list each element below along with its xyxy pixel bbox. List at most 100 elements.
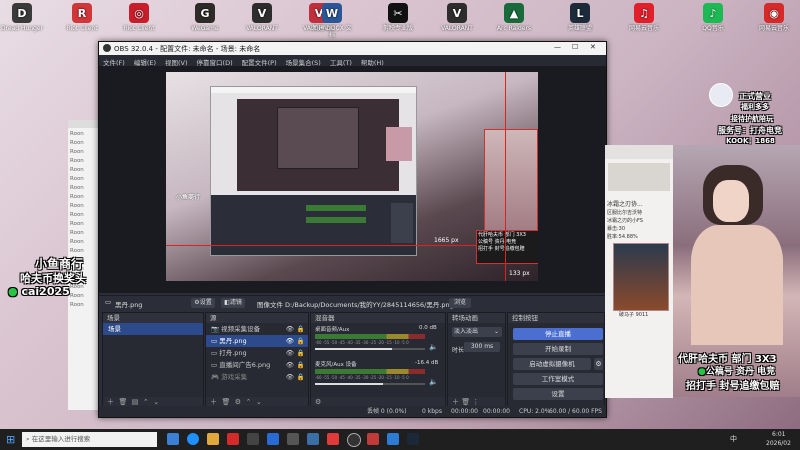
lock-icon[interactable]: 🔒 [297, 335, 305, 347]
desktop-icon[interactable]: W 新建 DOCX 文档 [310, 3, 354, 39]
desktop-icon[interactable]: ▲ Arc Raiders [492, 3, 536, 32]
more-icon[interactable]: ⋮ [472, 398, 479, 406]
task-view-icon[interactable] [167, 433, 179, 445]
desktop-icon[interactable]: V VALORANT [435, 3, 479, 32]
service-account: 服务号：打舟电竞 [718, 126, 782, 135]
app-icon[interactable] [387, 433, 399, 445]
browse-button[interactable]: 浏览 [449, 298, 471, 308]
app-icon[interactable] [267, 433, 279, 445]
filters-button[interactable]: ◧滤镜 [221, 298, 245, 308]
minimize-button[interactable]: — [554, 43, 561, 51]
mixer-channel-1-slider[interactable] [315, 348, 425, 350]
lock-icon[interactable]: 🔒 [297, 347, 305, 359]
desktop-icon[interactable]: ✂ 剪映专业版 [376, 3, 420, 32]
source-type-icon: ▭ [211, 337, 220, 345]
settings-button[interactable]: 设置 [513, 388, 603, 400]
source-item[interactable]: 📷 视频采集设备 👁 🔒 [206, 323, 308, 335]
nested-docks [211, 195, 416, 255]
app-icon[interactable] [227, 433, 239, 445]
lock-icon[interactable]: 🔒 [297, 359, 305, 371]
desktop-icon[interactable]: L 英雄联盟 [558, 3, 602, 32]
app-icon[interactable] [327, 433, 339, 445]
add-transition-button[interactable]: ＋ [452, 398, 459, 406]
gear-icon[interactable]: ⚙ [235, 398, 241, 406]
info-panel-header [608, 163, 670, 191]
transition-select[interactable]: 淡入淡出 ⌄ [452, 327, 502, 337]
preview-area[interactable]: 代肝哈夫币 部门 3X3 公稿号 资丹 电竞 招打手 封号追缴包赔 1665 p… [99, 66, 606, 293]
properties-button[interactable]: ⚙设置 [191, 298, 215, 308]
desktop-icon[interactable]: V VALORANT [240, 3, 284, 32]
lock-icon[interactable]: 🔒 [297, 371, 305, 383]
file-explorer-icon[interactable] [207, 433, 219, 445]
move-up-icon[interactable]: ⌃ [246, 398, 252, 406]
app-icon[interactable] [367, 433, 379, 445]
start-recording-button[interactable]: 开始录制 [513, 343, 603, 355]
remove-transition-button[interactable]: 🗑 [461, 398, 470, 406]
obs-titlebar: OBS 32.0.4 - 配置文件: 未命名 - 场景: 未命名 — ☐ ✕ [99, 42, 606, 55]
stop-streaming-button[interactable]: 停止直播 [513, 328, 603, 340]
desktop-icon[interactable]: G WeGame [183, 3, 227, 32]
source-item[interactable]: ▭ 直播间广告6.png 👁 🔒 [206, 359, 308, 371]
mixer-channel-2-slider[interactable] [315, 383, 425, 385]
add-scene-button[interactable]: ＋ [107, 398, 114, 406]
visibility-icon[interactable]: 👁 [286, 335, 294, 347]
source-item[interactable]: ▭ 打舟.png 👁 🔒 [206, 347, 308, 359]
studio-mode-button[interactable]: 工作室模式 [513, 373, 603, 385]
desktop-icon[interactable]: D Dread Hunger [0, 3, 44, 32]
filter-icon[interactable]: ▤ [132, 398, 139, 406]
visibility-icon[interactable]: 👁 [286, 359, 294, 371]
move-down-icon[interactable]: ⌄ [153, 398, 159, 406]
steam-icon[interactable] [407, 433, 419, 445]
input-language[interactable]: 中 [730, 434, 737, 444]
obs-menubar: 文件(F) 编辑(E) 视图(V) 停靠窗口(D) 配置文件(P) 场景集合(S) 工具(T… [99, 55, 606, 67]
visibility-icon[interactable]: 👁 [286, 371, 294, 383]
game-card-image [613, 243, 669, 311]
desktop-icon[interactable]: ◎ Riot Client [117, 3, 161, 32]
chat-line-3: 冰霜之刃的小FS [607, 218, 643, 224]
mixer-channel-1-meter [315, 334, 425, 339]
maximize-button[interactable]: ☐ [572, 43, 578, 51]
overlay-wechat-text: cai2025 [21, 285, 70, 298]
app-icon[interactable] [307, 433, 319, 445]
app-icon: ◉ [764, 3, 784, 23]
duration-input[interactable]: 300 ms [464, 342, 500, 352]
app-icon: ◎ [129, 3, 149, 23]
visibility-icon[interactable]: 👁 [286, 347, 294, 359]
add-source-button[interactable]: ＋ [210, 398, 217, 406]
source-list: 📷 视频采集设备 👁 🔒 ▭ 黑丹.png 👁 🔒 ▭ 打舟.png 👁 🔒 ▭ 直播间广告6.p… [206, 323, 308, 383]
lock-icon[interactable]: 🔒 [297, 323, 305, 335]
gear-icon: ⚙ [595, 360, 602, 368]
speaker-icon[interactable]: 🔈 [429, 378, 438, 386]
desktop-icon[interactable]: R Riot Client [60, 3, 104, 32]
visibility-icon[interactable]: 👁 [286, 323, 294, 335]
desktop-icon-label: 网易云音乐 [628, 25, 659, 32]
preview-canvas[interactable]: 代肝哈夫币 部门 3X3 公稿号 资丹 电竞 招打手 封号追缴包赔 1665 p… [166, 72, 538, 281]
obs-taskbar-icon[interactable] [347, 433, 361, 447]
webcam-source[interactable] [484, 129, 538, 231]
preview-ad-card[interactable]: 代肝哈夫币 部门 3X3 公稿号 资丹 电竞 招打手 封号追缴包赔 [476, 230, 538, 264]
source-item[interactable]: 🎮 游戏采集 👁 🔒 [206, 371, 308, 383]
taskbar-search[interactable]: ⌕ 在这里输入进行搜索 [22, 432, 157, 447]
speaker-icon[interactable]: 🔈 [429, 343, 438, 351]
edge-icon[interactable] [187, 433, 199, 445]
source-item[interactable]: ▭ 黑丹.png 👁 🔒 [206, 335, 308, 347]
start-virtual-camera-button[interactable]: 启动虚拟摄像机 [513, 358, 591, 370]
move-up-icon[interactable]: ⌃ [143, 398, 149, 406]
guide-resolution-label: 1665 px [434, 237, 459, 244]
close-button[interactable]: ✕ [590, 43, 596, 51]
virtual-camera-settings-button[interactable]: ⚙ [594, 358, 603, 370]
scene-item[interactable]: 场景 [103, 323, 203, 335]
app-icon: V [252, 3, 272, 23]
delete-icon[interactable]: 🗑 [221, 398, 230, 406]
chat-line-5: 胜率:54.88% [607, 234, 638, 240]
start-button[interactable]: ⊞ [6, 433, 15, 446]
app-icon[interactable] [287, 433, 299, 445]
gear-icon[interactable]: ⚙ [315, 398, 321, 406]
delete-icon[interactable]: 🗑 [118, 398, 127, 406]
move-down-icon[interactable]: ⌄ [256, 398, 262, 406]
desktop-icon[interactable]: ♫ 网易云音乐 [622, 3, 666, 32]
desktop-icon[interactable]: ♪ QQ音乐 [691, 3, 735, 32]
app-icon[interactable] [247, 433, 259, 445]
desktop-icon[interactable]: ◉ 网易云音乐 [752, 3, 796, 32]
app-icon: G [195, 3, 215, 23]
